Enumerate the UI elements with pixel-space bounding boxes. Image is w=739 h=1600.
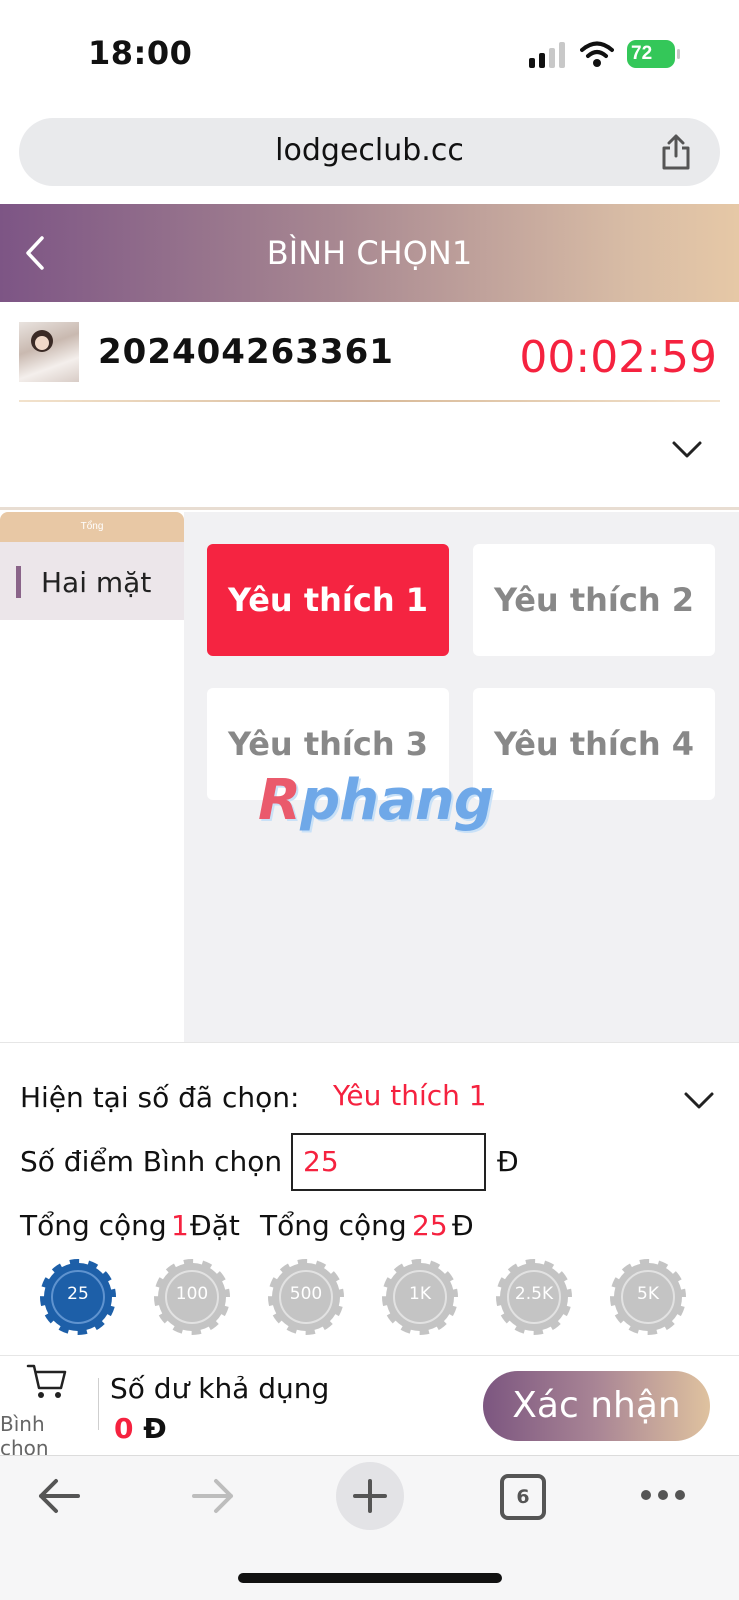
option-yeu-thich-4[interactable]: Yêu thích 4: [473, 688, 715, 800]
points-input[interactable]: 25: [291, 1133, 486, 1191]
page-header: BÌNH CHỌN1: [0, 204, 739, 302]
wifi-icon: [580, 41, 614, 67]
browser-toolbar: 6: [0, 1455, 739, 1600]
bet-panel: Hiện tại số đã chọn: Yêu thích 1 Số điểm…: [0, 1042, 739, 1355]
selected-value: Yêu thích 1: [333, 1079, 487, 1112]
sidebar-item-label: Hai mặt: [41, 566, 152, 599]
confirm-button[interactable]: Xác nhận: [483, 1371, 710, 1441]
total-prefix: Tổng cộng: [20, 1209, 167, 1242]
option-yeu-thich-2[interactable]: Yêu thích 2: [473, 544, 715, 656]
active-indicator: [16, 566, 21, 598]
chip-2-5k[interactable]: 2.5K: [492, 1255, 576, 1339]
chip-label: 2.5K: [514, 1284, 554, 1304]
round-id: 202404263361: [98, 332, 394, 372]
battery-indicator: 72: [627, 40, 680, 68]
divider: [98, 1378, 99, 1430]
chip-500[interactable]: 500: [264, 1255, 348, 1339]
page-title: BÌNH CHỌN1: [266, 234, 473, 272]
option-yeu-thich-1[interactable]: Yêu thích 1: [207, 544, 449, 656]
total-amount-prefix: Tổng cộng: [260, 1209, 407, 1242]
url-bar[interactable]: lodgeclub.cc: [19, 118, 720, 186]
sidebar-header: Tổng: [0, 512, 184, 542]
signal-icon: [529, 42, 565, 68]
chip-label: 500: [289, 1284, 323, 1304]
chip-25[interactable]: 25: [36, 1255, 120, 1339]
cart-icon[interactable]: [26, 1362, 68, 1400]
status-bar: 18:00 72: [0, 0, 739, 105]
points-label: Số điểm Bình chọn: [20, 1145, 283, 1178]
category-sidebar: Tổng Hai mặt: [0, 512, 184, 1042]
total-amount: 25: [412, 1209, 448, 1242]
chip-5k[interactable]: 5K: [606, 1255, 690, 1339]
chip-1k[interactable]: 1K: [378, 1255, 462, 1339]
back-arrow-icon[interactable]: [36, 1476, 82, 1516]
history-expand-row[interactable]: [0, 402, 739, 510]
avatar: [19, 322, 79, 382]
more-icon[interactable]: [640, 1488, 686, 1502]
points-currency: Đ: [497, 1145, 519, 1178]
url-text[interactable]: lodgeclub.cc: [19, 133, 720, 168]
chevron-down-icon[interactable]: [683, 1091, 715, 1111]
chip-label: 100: [175, 1284, 209, 1304]
chip-label: 5K: [637, 1284, 659, 1304]
total-count: 1: [171, 1209, 189, 1242]
total-count-unit: Đặt: [190, 1209, 240, 1242]
cart-label[interactable]: Bình chọn: [0, 1412, 60, 1460]
chip-label: 25: [67, 1284, 89, 1304]
balance-value: 0 Đ: [114, 1412, 167, 1445]
new-tab-button[interactable]: [336, 1462, 404, 1530]
selected-label: Hiện tại số đã chọn:: [20, 1081, 300, 1114]
sidebar-item-hai-mat[interactable]: Hai mặt: [0, 542, 184, 620]
forward-arrow-icon[interactable]: [190, 1476, 236, 1516]
total-amount-unit: Đ: [452, 1209, 474, 1242]
bottom-action-bar: Bình chọn Số dư khả dụng 0 Đ Xác nhận: [0, 1355, 739, 1460]
home-indicator: [238, 1573, 502, 1583]
watermark-logo: Rphang: [258, 768, 494, 833]
tabs-icon[interactable]: 6: [500, 1474, 546, 1520]
chip-100[interactable]: 100: [150, 1255, 234, 1339]
share-icon[interactable]: [660, 134, 692, 170]
chevron-down-icon[interactable]: [671, 440, 703, 460]
balance-label: Số dư khả dụng: [110, 1372, 330, 1405]
countdown-timer: 00:02:59: [519, 332, 717, 383]
plus-icon: [353, 1479, 387, 1513]
status-time: 18:00: [88, 34, 193, 72]
chip-label: 1K: [409, 1284, 431, 1304]
round-info: 202404263361 00:02:59: [0, 302, 739, 402]
